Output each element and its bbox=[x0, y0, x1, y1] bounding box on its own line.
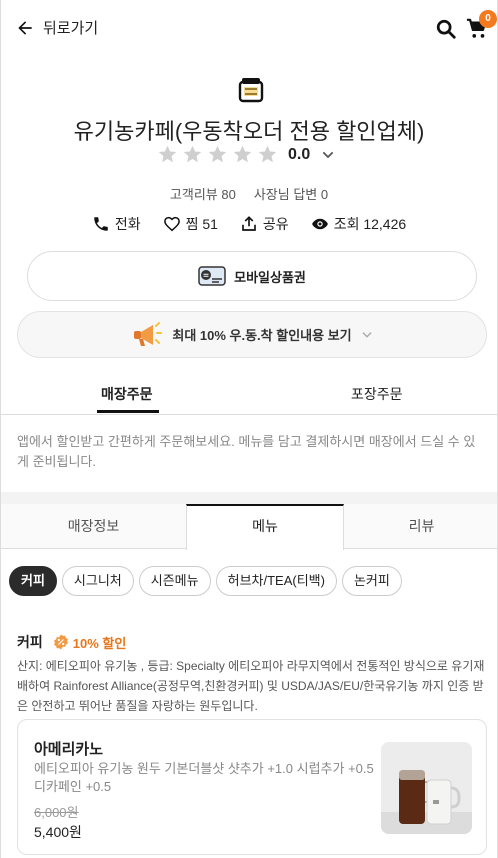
category-chip-tea[interactable]: 허브차/TEA(티백) bbox=[215, 566, 337, 596]
category-chip-non-coffee[interactable]: 논커피 bbox=[341, 566, 402, 596]
store-name: 유기농카페(우동착오더 전용 할인업체) bbox=[73, 119, 425, 144]
views-info: 조회 12,426 bbox=[311, 214, 406, 234]
phone-icon bbox=[94, 217, 108, 231]
tab-dine-in[interactable]: 매장주문 bbox=[101, 384, 153, 404]
arrow-left-icon bbox=[18, 20, 32, 35]
section-divider bbox=[1, 492, 497, 504]
star-icon bbox=[158, 145, 177, 163]
share-icon bbox=[242, 216, 256, 231]
review-count: 고객리뷰 80 bbox=[169, 187, 236, 202]
iced-americano-image bbox=[381, 742, 472, 834]
review-meta: 고객리뷰 80 사장님 답변 0 bbox=[1, 184, 497, 203]
category-chip-coffee[interactable]: 커피 bbox=[9, 566, 57, 596]
star-icon bbox=[208, 145, 227, 163]
star-icon bbox=[258, 145, 277, 163]
active-tab-indicator bbox=[97, 410, 159, 413]
share-label: 공유 bbox=[262, 216, 289, 232]
category-chip-season[interactable]: 시즌메뉴 bbox=[138, 566, 211, 596]
tab-takeout[interactable]: 포장주문 bbox=[351, 384, 403, 404]
store-logo-icon bbox=[238, 78, 264, 103]
chevron-down-icon bbox=[362, 331, 372, 338]
gift-card-label: 모바일상품권 bbox=[234, 269, 306, 285]
call-button[interactable]: 전화 bbox=[92, 214, 141, 234]
views-label: 조회 12,426 bbox=[333, 216, 407, 232]
menu-section-header: 커피 10% 할인 bbox=[17, 632, 126, 652]
category-chips: 커피 시그니처 시즌메뉴 허브차/TEA(티백) 논커피 bbox=[9, 566, 402, 596]
cart-count-badge: 0 bbox=[479, 10, 497, 28]
tab-store-info[interactable]: 매장정보 bbox=[1, 504, 186, 549]
menu-item-price: 5,400원 bbox=[34, 824, 82, 840]
like-label: 찜 51 bbox=[185, 216, 218, 232]
discount-badge-icon bbox=[53, 634, 68, 650]
menu-item-original-price: 6,000원 bbox=[34, 805, 79, 820]
megaphone-icon bbox=[134, 321, 163, 346]
menu-item-options: 에티오피아 유기농 원두 기본더블샷 샷추가 +1.0 시럽추가 +0.5 디카… bbox=[34, 761, 374, 794]
discount-label: 최대 10% 우.동.착 할인내용 보기 bbox=[172, 328, 352, 343]
discount-info-button[interactable]: 최대 10% 우.동.착 할인내용 보기 bbox=[17, 311, 487, 358]
search-icon[interactable] bbox=[435, 18, 457, 40]
order-type-tabs: 매장주문 포장주문 bbox=[1, 370, 497, 415]
tab-menu[interactable]: 메뉴 bbox=[186, 504, 344, 550]
category-chip-signature[interactable]: 시그니처 bbox=[61, 566, 134, 596]
discount-badge: 10% 할인 bbox=[53, 633, 127, 652]
share-button[interactable]: 공유 bbox=[240, 214, 289, 234]
mobile-gift-card-button[interactable]: 모바일상품권 bbox=[27, 251, 477, 301]
chevron-down-icon[interactable] bbox=[320, 147, 336, 163]
rating-value: 0.0 bbox=[288, 145, 311, 163]
main-tabs: 매장정보 메뉴 리뷰 bbox=[1, 504, 497, 550]
star-icon bbox=[183, 145, 202, 163]
menu-item-name: 아메리카노 bbox=[34, 741, 104, 758]
discount-badge-label: 10% 할인 bbox=[72, 635, 127, 651]
heart-icon bbox=[163, 216, 180, 232]
menu-item-image bbox=[381, 742, 472, 834]
rating-row[interactable]: 0.0 bbox=[157, 144, 336, 165]
eye-icon bbox=[311, 218, 328, 230]
tab-reviews[interactable]: 리뷰 bbox=[344, 504, 497, 549]
call-label: 전화 bbox=[114, 216, 141, 232]
menu-item-card[interactable]: 아메리카노 에티오피아 유기농 원두 기본더블샷 샷추가 +1.0 시럽추가 +… bbox=[17, 719, 487, 855]
action-row: 전화 찜 51 공유 조회 12,426 bbox=[1, 214, 497, 234]
star-icon bbox=[233, 145, 252, 163]
top-bar: 뒤로가기 0 bbox=[1, 0, 497, 58]
menu-section-description: 산지: 에티오피아 유기농 , 등급: Specialty 에티오피아 라무지역… bbox=[17, 659, 485, 713]
menu-section-title: 커피 bbox=[17, 634, 43, 650]
owner-reply-count: 사장님 답변 0 bbox=[253, 187, 329, 202]
back-button[interactable]: 뒤로가기 bbox=[15, 17, 98, 38]
order-note: 앱에서 할인받고 간편하게 주문해보세요. 메뉴를 담고 결제하시면 매장에서 … bbox=[17, 434, 476, 469]
app-frame: 뒤로가기 0 유기농카페(우동착오더 전용 할인업체) 0.0 고객리뷰 80 bbox=[0, 0, 498, 858]
gift-card-icon bbox=[198, 266, 226, 286]
back-label: 뒤로가기 bbox=[43, 20, 99, 37]
like-button[interactable]: 찜 51 bbox=[163, 214, 218, 234]
